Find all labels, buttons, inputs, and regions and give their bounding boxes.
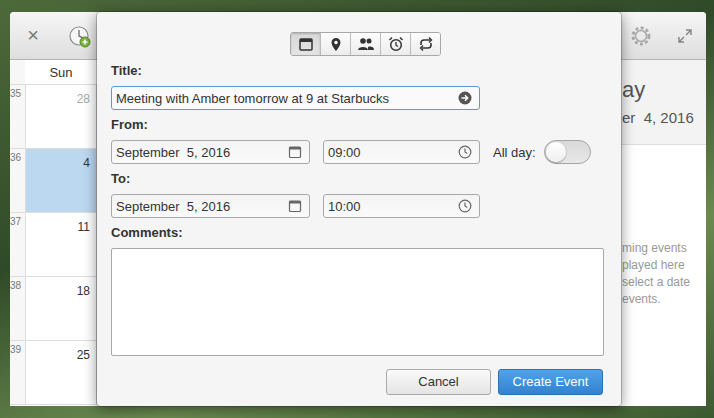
week-number: 35 bbox=[10, 85, 25, 148]
from-time-input[interactable]: 09:00 bbox=[323, 140, 480, 164]
week-number: 39 bbox=[10, 341, 25, 404]
tab[interactable] bbox=[380, 33, 410, 55]
calendar-icon[interactable] bbox=[288, 145, 302, 159]
from-label: From: bbox=[111, 117, 605, 133]
calendar-icon bbox=[298, 36, 314, 52]
title-input[interactable]: Meeting with Amber tomorrow at 9 at Star… bbox=[111, 86, 480, 110]
alarm-icon bbox=[388, 36, 404, 52]
pin-icon bbox=[328, 36, 344, 52]
go-arrow-icon[interactable] bbox=[458, 91, 472, 105]
weekday-header: Sun bbox=[25, 60, 97, 84]
all-day-switch[interactable] bbox=[544, 140, 591, 164]
create-event-dialog: Title: Meeting with Amber tomorrow at 9 a… bbox=[97, 12, 621, 406]
add-event-icon[interactable] bbox=[68, 24, 92, 48]
repeat-icon bbox=[418, 36, 434, 52]
sidebar-title: ay bbox=[622, 76, 706, 104]
day-cell[interactable]: 28 bbox=[25, 85, 97, 148]
to-date-input[interactable]: September 5, 2016 bbox=[111, 194, 310, 218]
comments-input[interactable] bbox=[111, 248, 604, 356]
week-number: 36 bbox=[10, 149, 25, 212]
tab[interactable] bbox=[320, 33, 350, 55]
gear-icon[interactable] bbox=[630, 25, 652, 47]
to-time-input[interactable]: 10:00 bbox=[323, 194, 480, 218]
clock-icon[interactable] bbox=[458, 199, 472, 213]
calendar-icon[interactable] bbox=[288, 199, 302, 213]
all-day-label: All day: bbox=[493, 145, 536, 160]
sidebar-date: er 4, 2016 bbox=[622, 108, 706, 128]
day-cell[interactable]: 4 bbox=[25, 149, 97, 212]
day-cell[interactable]: 18 bbox=[25, 277, 97, 340]
desktop: ×Sun3528364371138183925ayer 4, 2016ming … bbox=[0, 0, 714, 418]
week-number: 38 bbox=[10, 277, 25, 340]
tab[interactable] bbox=[410, 33, 440, 55]
close-button[interactable]: × bbox=[26, 24, 40, 47]
day-cell[interactable]: 25 bbox=[25, 341, 97, 404]
dialog-button[interactable]: Create Event bbox=[498, 369, 603, 395]
day-cell[interactable]: 11 bbox=[25, 213, 97, 276]
title-label: Title: bbox=[111, 63, 605, 79]
comments-label: Comments: bbox=[111, 225, 605, 241]
tab-bar bbox=[290, 32, 441, 56]
dialog-button[interactable]: Cancel bbox=[386, 369, 491, 395]
clock-icon[interactable] bbox=[458, 145, 472, 159]
tab[interactable] bbox=[291, 33, 320, 55]
tab[interactable] bbox=[350, 33, 380, 55]
to-label: To: bbox=[111, 171, 605, 187]
maximize-icon[interactable] bbox=[678, 29, 692, 43]
week-number: 37 bbox=[10, 213, 25, 276]
people-icon bbox=[357, 36, 375, 52]
from-date-input[interactable]: September 5, 2016 bbox=[111, 140, 310, 164]
